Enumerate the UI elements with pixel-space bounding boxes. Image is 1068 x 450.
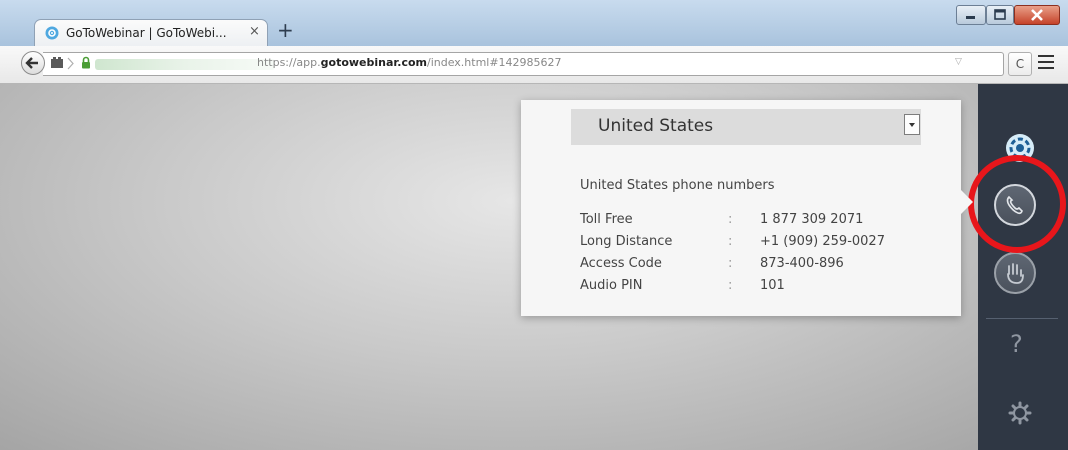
info-value: +1 (909) 259-0027	[760, 234, 885, 249]
info-separator: :	[728, 256, 733, 271]
info-label: Access Code	[580, 256, 662, 271]
address-bar[interactable]: https://app.gotowebinar.com/index.html#1…	[43, 52, 1004, 76]
phone-numbers-heading: United States phone numbers	[580, 178, 775, 193]
gear-icon[interactable]	[1005, 398, 1035, 428]
info-separator: :	[728, 278, 733, 293]
back-arrow-icon	[25, 57, 38, 69]
info-value: 873-400-896	[760, 256, 844, 271]
help-icon[interactable]: ?	[1010, 330, 1023, 358]
country-dropdown[interactable]: United States	[571, 109, 921, 145]
new-tab-button[interactable]: +	[277, 20, 294, 40]
site-identity-label	[95, 59, 275, 70]
panel-pointer	[961, 190, 973, 214]
url-dropdown-icon[interactable]: ▽	[955, 57, 962, 67]
info-value: 101	[760, 278, 785, 293]
back-button[interactable]	[21, 51, 45, 75]
info-separator: :	[728, 212, 733, 227]
lock-icon	[82, 56, 90, 69]
tab-title: GoToWebinar | GoToWebi...	[66, 26, 227, 40]
info-row-audio-pin: Audio PIN : 101	[580, 278, 910, 296]
minimize-button[interactable]	[956, 5, 986, 25]
gotowebinar-favicon-icon	[45, 26, 59, 40]
tab-close-button[interactable]: ×	[249, 24, 260, 39]
highlight-circle	[968, 155, 1066, 253]
info-row-long-distance: Long Distance : +1 (909) 259-0027	[580, 234, 910, 252]
sidebar-divider	[986, 318, 1058, 319]
info-row-access-code: Access Code : 873-400-896	[580, 256, 910, 274]
info-separator: :	[728, 234, 733, 249]
identity-icon	[51, 57, 74, 70]
info-value: 1 877 309 2071	[760, 212, 864, 227]
maximize-icon	[994, 9, 1006, 20]
browser-tab[interactable]: GoToWebinar | GoToWebi... ×	[34, 19, 268, 48]
raise-hand-button[interactable]	[994, 252, 1036, 294]
reload-button[interactable]: C	[1008, 52, 1032, 76]
info-label: Audio PIN	[580, 278, 643, 293]
country-selected-value: United States	[598, 116, 714, 136]
maximize-button[interactable]	[986, 5, 1014, 25]
menu-icon[interactable]	[1038, 55, 1054, 69]
info-row-toll-free: Toll Free : 1 877 309 2071	[580, 212, 910, 230]
minimize-icon	[966, 16, 975, 19]
navigation-bar: https://app.gotowebinar.com/index.html#1…	[0, 46, 1068, 84]
info-label: Long Distance	[580, 234, 673, 249]
title-bar: GoToWebinar | GoToWebi... × +	[0, 0, 1068, 48]
browser-window: GoToWebinar | GoToWebi... × + https://ap…	[0, 0, 1068, 450]
info-label: Toll Free	[580, 212, 633, 227]
chevron-down-icon[interactable]	[904, 114, 920, 135]
raise-hand-icon	[1007, 263, 1024, 284]
close-window-button[interactable]	[1014, 5, 1060, 25]
close-icon	[1031, 9, 1043, 21]
url-text: https://app.gotowebinar.com/index.html#1…	[257, 56, 562, 69]
